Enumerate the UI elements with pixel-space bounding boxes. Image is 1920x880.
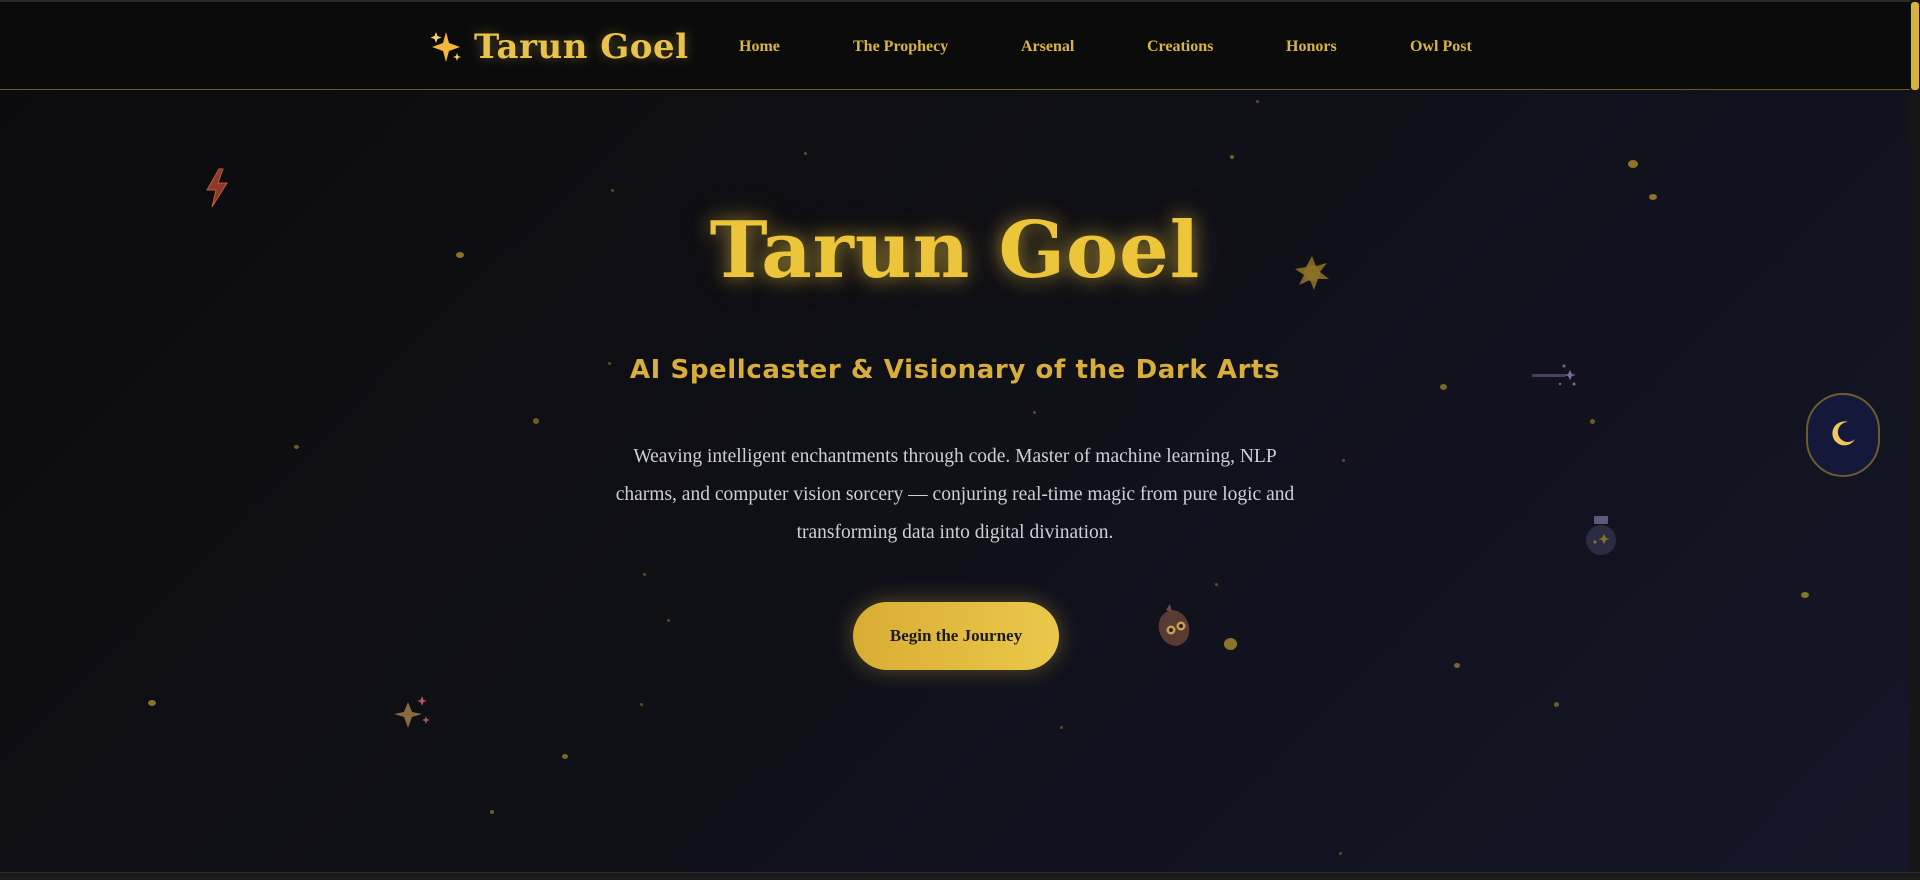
particle-dot [667,619,670,622]
particle-dot [533,418,539,424]
particle-dot [1256,100,1259,103]
begin-journey-button[interactable]: Begin the Journey [853,602,1059,670]
brand-logo[interactable]: Tarun Goel [428,24,689,70]
hero-subtitle: AI Spellcaster & Visionary of the Dark A… [629,355,1281,385]
particle-dot [1033,411,1036,414]
particle-dot [294,445,299,449]
scrollbar-thumb[interactable] [1911,2,1919,90]
particle-dot [1649,194,1657,200]
particle-dot [804,152,807,155]
bottom-status-strip [0,872,1920,880]
particle-dot [1454,663,1460,668]
theme-toggle-button[interactable] [1806,393,1880,477]
sparkles-icon [428,29,464,65]
nav-link-honors[interactable]: Honors [1286,38,1337,56]
particle-dot [1215,583,1218,586]
sparkle-stars-icon [390,692,434,740]
particle-dot [1628,160,1638,168]
particle-dot [1339,852,1342,855]
particle-dot [611,189,614,192]
particle-dot [562,754,568,759]
page: Tarun Goel Home The Prophecy Arsenal Cre… [0,0,1920,880]
nav-link-owl-post[interactable]: Owl Post [1410,38,1472,56]
potion-bottle-icon [1582,514,1618,562]
owl-icon [1154,602,1194,654]
particle-dot [1590,419,1595,424]
particle-dot [148,700,156,706]
particle-dot [1342,459,1345,462]
nav-link-the-prophecy[interactable]: The Prophecy [853,38,948,56]
top-navbar: Tarun Goel Home The Prophecy Arsenal Cre… [0,0,1910,90]
nav-link-arsenal[interactable]: Arsenal [1021,38,1074,56]
nav-link-home[interactable]: Home [739,38,780,56]
particle-dot [1060,726,1063,729]
particle-dot [1224,638,1237,650]
particle-dot [1230,155,1234,159]
hero-title: Tarun Goel [709,205,1201,296]
particle-dot [490,810,494,814]
particle-dot [1554,702,1559,707]
brand-name: Tarun Goel [474,27,689,67]
particle-dot [643,573,646,576]
hero-description: Weaving intelligent enchantments through… [615,446,1295,543]
nav-link-creations[interactable]: Creations [1147,38,1213,56]
page-scrollbar[interactable] [1910,0,1920,872]
crescent-moon-icon [1828,418,1858,452]
particle-dot [1801,592,1809,598]
particle-dot [640,703,643,706]
